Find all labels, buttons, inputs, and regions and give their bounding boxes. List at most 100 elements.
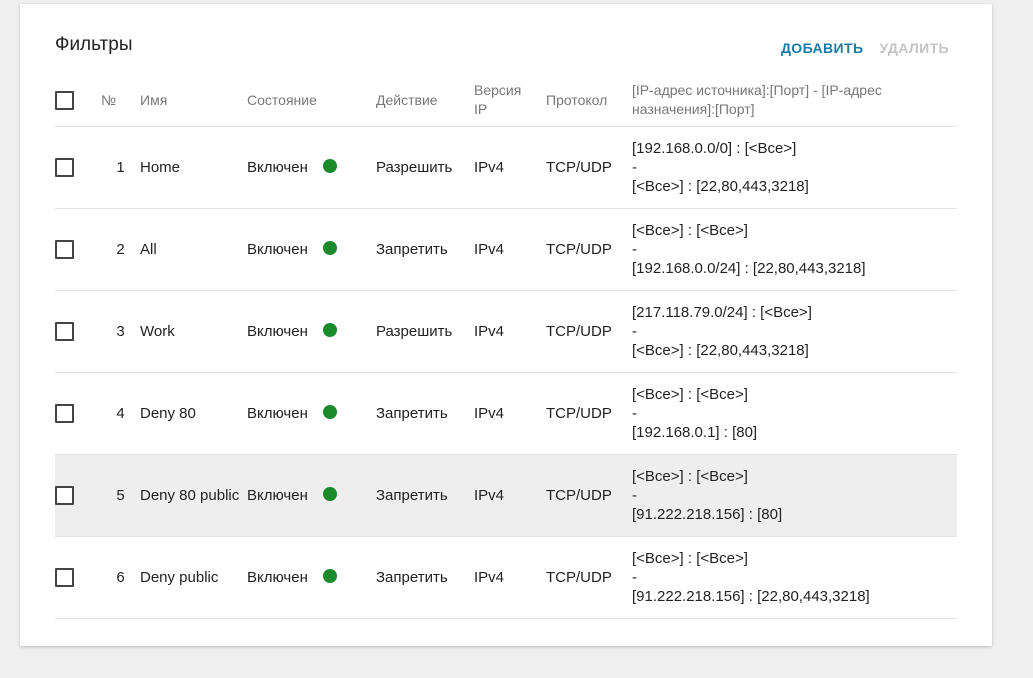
row-checkbox[interactable] [55, 568, 74, 587]
row-protocol: TCP/UDP [546, 487, 612, 504]
row-address-destination: [192.168.0.1] : [80] [632, 424, 758, 441]
row-version: IPv4 [474, 159, 505, 176]
row-num: 6 [116, 569, 125, 586]
row-name: Work [140, 323, 175, 340]
select-all-checkbox[interactable] [55, 90, 74, 110]
filters-table: № Имя Состояние Действие Версия IP Прото… [55, 74, 957, 619]
toolbar-actions: ДОБАВИТЬ УДАЛИТЬ [781, 40, 949, 56]
row-name: Deny 80 public [140, 487, 240, 504]
row-num: 3 [116, 323, 125, 340]
row-action: Запретить [376, 569, 448, 586]
row-state-label: Включен [247, 159, 308, 176]
row-address: [<Все>] : [<Все>] - [192.168.0.0/24] : [… [632, 221, 957, 278]
row-action: Разрешить [376, 159, 453, 176]
table-row[interactable]: 2 All Включен Запретить IPv4 TCP/UDP [<В… [55, 209, 957, 291]
row-address-source: [192.168.0.0/0] : [<Все>] [632, 140, 797, 157]
row-address: [192.168.0.0/0] : [<Все>] - [<Все>] : [2… [632, 139, 957, 196]
row-state: Включен [247, 568, 376, 586]
row-checkbox[interactable] [55, 404, 74, 423]
row-state-label: Включен [247, 487, 308, 504]
row-state-label: Включен [247, 569, 308, 586]
row-address-source: [217.118.79.0/24] : [<Все>] [632, 304, 812, 321]
status-on-icon [322, 404, 337, 419]
row-address: [<Все>] : [<Все>] - [91.222.218.156] : [… [632, 467, 957, 524]
row-address-source: [<Все>] : [<Все>] [632, 468, 748, 485]
row-address-separator: - [632, 159, 637, 176]
row-address: [217.118.79.0/24] : [<Все>] - [<Все>] : … [632, 303, 957, 360]
row-version: IPv4 [474, 405, 505, 422]
row-address-destination: [91.222.218.156] : [80] [632, 506, 783, 523]
row-protocol: TCP/UDP [546, 241, 612, 258]
column-header-version: Версия IP [474, 81, 546, 119]
row-address: [<Все>] : [<Все>] - [91.222.218.156] : [… [632, 549, 957, 606]
row-address: [<Все>] : [<Все>] - [192.168.0.1] : [80] [632, 385, 957, 442]
row-name: All [140, 241, 157, 258]
table-row[interactable]: 6 Deny public Включен Запретить IPv4 TCP… [55, 537, 957, 619]
row-name: Deny public [140, 569, 219, 586]
table-row[interactable]: 1 Home Включен Разрешить IPv4 TCP/UDP [1… [55, 127, 957, 209]
row-action: Запретить [376, 405, 448, 422]
row-protocol: TCP/UDP [546, 323, 612, 340]
row-state: Включен [247, 322, 376, 340]
table-header: № Имя Состояние Действие Версия IP Прото… [55, 74, 957, 127]
row-protocol: TCP/UDP [546, 569, 612, 586]
column-header-num: № [101, 92, 117, 108]
row-address-source: [<Все>] : [<Все>] [632, 222, 748, 239]
row-name: Home [140, 159, 181, 176]
row-num: 1 [116, 159, 125, 176]
row-num: 4 [116, 405, 125, 422]
row-address-separator: - [632, 569, 637, 586]
column-header-protocol: Протокол [546, 92, 608, 108]
status-on-icon [322, 158, 337, 173]
table-row[interactable]: 3 Work Включен Разрешить IPv4 TCP/UDP [2… [55, 291, 957, 373]
row-name: Deny 80 [140, 405, 196, 422]
row-version: IPv4 [474, 569, 505, 586]
status-on-icon [322, 486, 337, 501]
row-action: Запретить [376, 487, 448, 504]
row-checkbox[interactable] [55, 240, 74, 259]
row-protocol: TCP/UDP [546, 405, 612, 422]
row-address-destination: [<Все>] : [22,80,443,3218] [632, 342, 809, 359]
row-address-separator: - [632, 405, 637, 422]
table-row[interactable]: 4 Deny 80 Включен Запретить IPv4 TCP/UDP… [55, 373, 957, 455]
row-address-source: [<Все>] : [<Все>] [632, 386, 748, 403]
row-version: IPv4 [474, 323, 505, 340]
delete-button[interactable]: УДАЛИТЬ [879, 40, 949, 56]
row-action: Запретить [376, 241, 448, 258]
column-header-name: Имя [140, 91, 168, 108]
row-protocol: TCP/UDP [546, 159, 612, 176]
row-state: Включен [247, 486, 376, 504]
row-checkbox[interactable] [55, 158, 74, 177]
row-address-destination: [<Все>] : [22,80,443,3218] [632, 178, 809, 195]
column-header-action: Действие [376, 92, 438, 108]
status-on-icon [322, 322, 337, 337]
status-on-icon [322, 240, 337, 255]
row-address-separator: - [632, 323, 637, 340]
column-header-address-line1: [IP-адрес источника]:[Порт] - [IP-адрес [632, 82, 882, 98]
column-header-address: [IP-адрес источника]:[Порт] - [IP-адрес … [632, 81, 957, 119]
row-address-destination: [91.222.218.156] : [22,80,443,3218] [632, 588, 870, 605]
column-header-address-line2: назначения]:[Порт] [632, 101, 755, 117]
column-header-version-line2: IP [474, 101, 488, 117]
row-address-separator: - [632, 241, 637, 258]
row-state-label: Включен [247, 405, 308, 422]
table-row[interactable]: 5 Deny 80 public Включен Запретить IPv4 … [55, 455, 957, 537]
status-on-icon [322, 568, 337, 583]
column-header-version-line1: Версия [474, 82, 522, 98]
column-header-state: Состояние [247, 92, 317, 108]
row-state: Включен [247, 158, 376, 176]
row-num: 2 [116, 241, 125, 258]
row-version: IPv4 [474, 487, 505, 504]
add-button[interactable]: ДОБАВИТЬ [781, 40, 864, 56]
filters-card: Фильтры ДОБАВИТЬ УДАЛИТЬ № Имя Состояние… [20, 4, 992, 646]
row-num: 5 [116, 487, 125, 504]
row-state: Включен [247, 404, 376, 422]
row-checkbox[interactable] [55, 486, 74, 505]
row-checkbox[interactable] [55, 322, 74, 341]
row-state-label: Включен [247, 241, 308, 258]
row-action: Разрешить [376, 323, 453, 340]
row-address-separator: - [632, 487, 637, 504]
row-address-source: [<Все>] : [<Все>] [632, 550, 748, 567]
row-state-label: Включен [247, 323, 308, 340]
row-version: IPv4 [474, 241, 505, 258]
